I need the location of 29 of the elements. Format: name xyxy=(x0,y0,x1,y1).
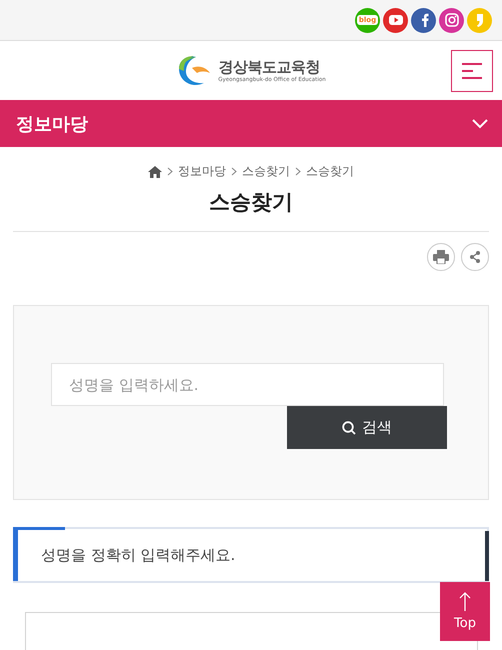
chevron-right-icon xyxy=(295,167,301,176)
breadcrumb-link[interactable]: 스승찾기 xyxy=(306,163,354,180)
play-icon xyxy=(388,15,402,25)
chevron-right-icon xyxy=(167,167,173,176)
comma-icon xyxy=(476,13,484,27)
chevron-down-icon[interactable] xyxy=(472,118,488,128)
facebook-link[interactable] xyxy=(411,8,436,32)
camera-icon xyxy=(444,13,458,27)
share-icon xyxy=(469,251,481,263)
printer-icon xyxy=(433,250,449,264)
breadcrumb-link[interactable]: 정보마당 xyxy=(178,163,226,180)
breadcrumb-link[interactable]: 스승찾기 xyxy=(242,163,290,180)
notice-text: 성명을 정확히 입력해주세요. xyxy=(41,546,236,564)
print-button[interactable] xyxy=(427,243,455,271)
name-search-field[interactable]: 성명을 입력하세요. xyxy=(51,363,444,406)
youtube-link[interactable] xyxy=(383,8,408,32)
search-icon xyxy=(342,420,356,434)
page-title: 스승찾기 xyxy=(13,188,489,232)
menu-button[interactable] xyxy=(451,50,493,92)
share-button[interactable] xyxy=(461,243,489,271)
instagram-link[interactable] xyxy=(439,8,464,32)
arrow-up-icon xyxy=(459,592,471,612)
section-title: 정보마당 xyxy=(16,112,88,136)
menu-icon xyxy=(462,63,482,79)
logo-title: 경상북도교육청 xyxy=(218,58,321,76)
chevron-right-icon xyxy=(231,167,237,176)
back-to-top-button[interactable]: Top xyxy=(440,582,490,641)
search-button[interactable]: 검색 xyxy=(287,406,447,449)
home-icon[interactable] xyxy=(148,166,162,178)
